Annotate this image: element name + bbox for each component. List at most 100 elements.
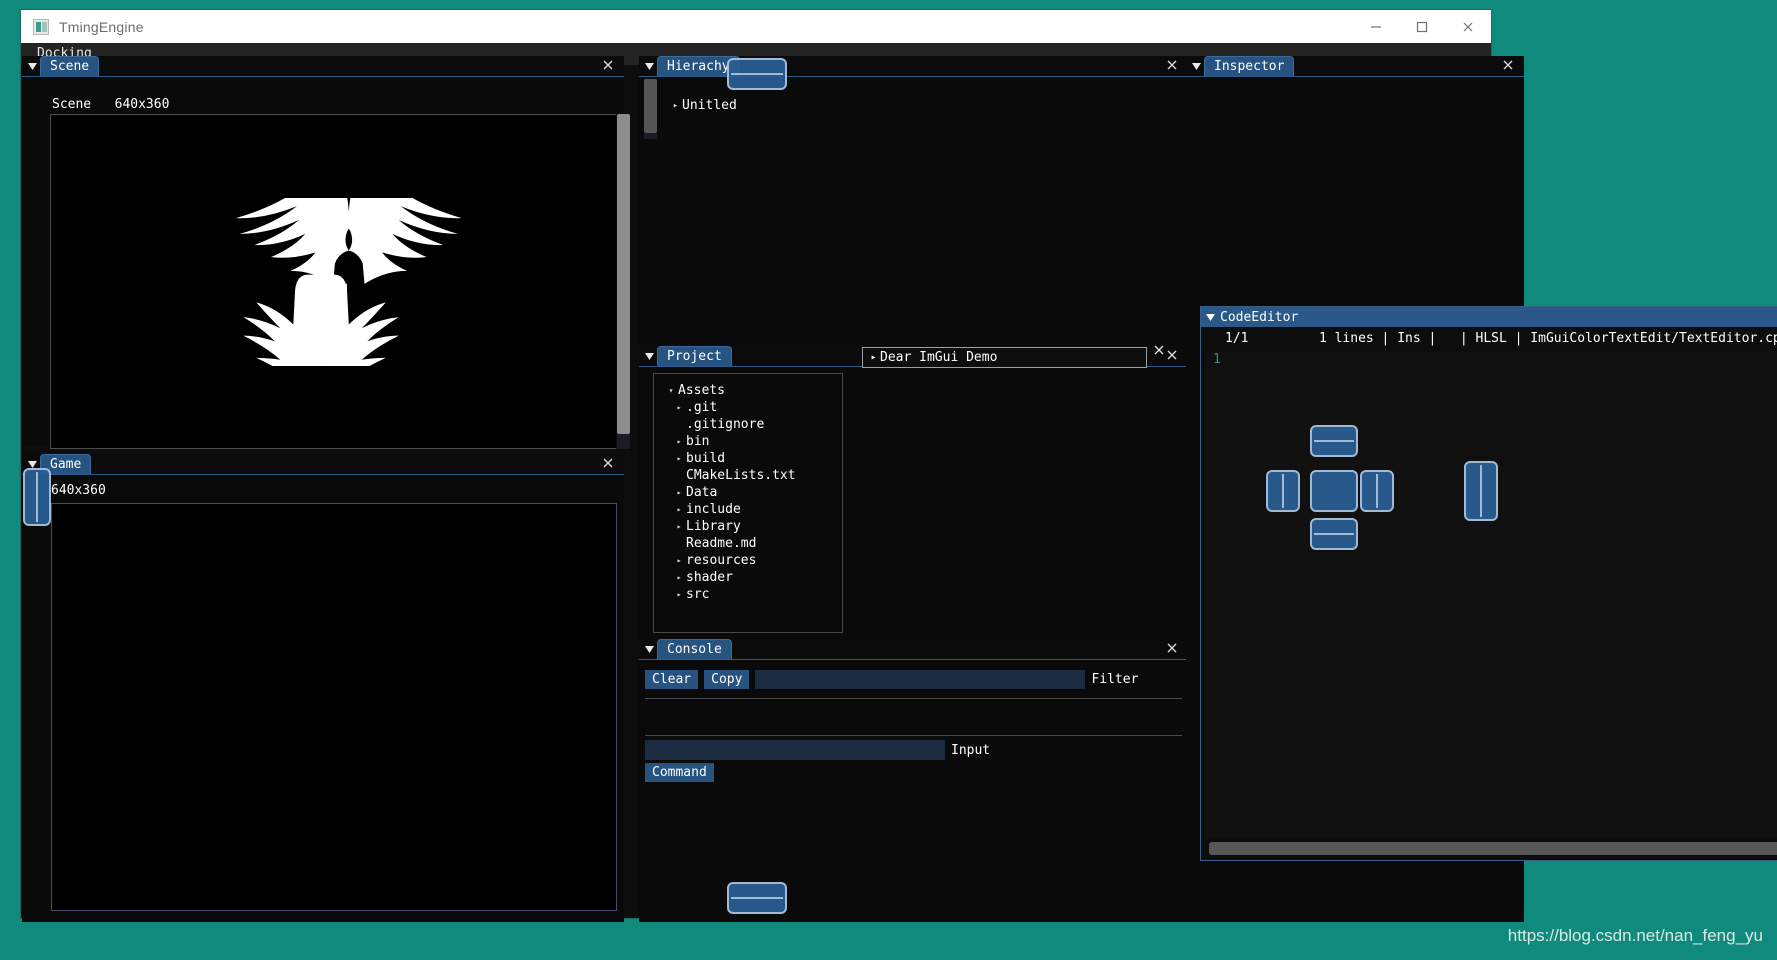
minimize-icon[interactable] <box>1353 10 1399 43</box>
command-button[interactable]: Command <box>645 763 714 782</box>
chevron-right-icon[interactable]: ▸ <box>672 522 686 531</box>
project-item-label: bin <box>686 434 710 449</box>
project-item-label: Assets <box>678 383 725 398</box>
console-toolbar: Clear Copy Filter <box>645 668 1182 690</box>
project-folder-row[interactable]: ▸ Library <box>664 518 842 535</box>
dock-preview-hierarchy-top[interactable] <box>727 58 787 90</box>
dock-compass-right[interactable] <box>1360 470 1394 512</box>
dock-preview-console-bottom[interactable] <box>727 882 787 914</box>
project-file-row[interactable]: CMakeLists.txt <box>664 467 842 484</box>
tab-console[interactable]: Console <box>657 639 732 659</box>
project-item-label: Readme.md <box>686 536 757 551</box>
chevron-right-icon[interactable]: ▸ <box>669 101 682 111</box>
scene-scrollbar-thumb[interactable] <box>617 114 630 434</box>
chevron-down-icon[interactable]: ▾ <box>664 386 678 395</box>
scene-header-text: Scene 640x360 <box>52 97 170 112</box>
dock-compass-left[interactable] <box>1266 470 1300 512</box>
project-item-label: build <box>686 451 726 466</box>
project-folder-row[interactable]: ▸ shader <box>664 569 842 586</box>
project-body: ▾ Assets ▸ .git .gitignore ▸ bin ▸ build CMakeL… <box>639 367 1188 642</box>
command-input[interactable] <box>645 740 945 760</box>
chevron-right-icon[interactable]: ▸ <box>672 437 686 446</box>
chevron-right-icon[interactable]: ▸ <box>672 505 686 514</box>
chevron-down-icon[interactable] <box>1189 56 1204 77</box>
chevron-right-icon[interactable]: ▸ <box>672 573 686 582</box>
game-titlebar[interactable]: Game <box>22 454 624 475</box>
code-editor-hscrollbar-thumb[interactable] <box>1209 842 1777 855</box>
hierarchy-item-label: Unitled <box>682 98 737 113</box>
dock-split-line-horizontal <box>1314 533 1354 535</box>
project-item-label: shader <box>686 570 733 585</box>
clear-button[interactable]: Clear <box>645 669 699 689</box>
maximize-icon[interactable] <box>1399 10 1445 43</box>
filter-input[interactable] <box>755 669 1086 689</box>
close-icon[interactable] <box>1445 10 1491 43</box>
input-label: Input <box>951 742 991 758</box>
code-editor-text-area[interactable]: 1 <box>1206 352 1777 838</box>
project-file-row[interactable]: .gitignore <box>664 416 842 433</box>
project-folder-row[interactable]: ▸ .git <box>664 399 842 416</box>
project-folder-row[interactable]: ▸ bin <box>664 433 842 450</box>
language-mode: HLSL <box>1475 330 1507 346</box>
project-folder-row[interactable]: ▸ Data <box>664 484 842 501</box>
scene-viewport[interactable] <box>50 114 616 449</box>
cursor-position: 1/1 <box>1225 330 1249 346</box>
code-editor-hscrollbar-track[interactable] <box>1209 842 1777 855</box>
dock-compass-top[interactable] <box>1310 425 1358 457</box>
inspector-titlebar[interactable]: Inspector <box>1186 56 1524 77</box>
project-folder-row[interactable]: ▸ src <box>664 586 842 603</box>
project-folder-row[interactable]: ▸ resources <box>664 552 842 569</box>
copy-button[interactable]: Copy <box>704 669 750 689</box>
chevron-right-icon[interactable]: ▸ <box>672 454 686 463</box>
chevron-right-icon[interactable]: ▸ <box>672 403 686 412</box>
project-item-label: include <box>686 502 741 517</box>
scene-close-icon[interactable] <box>601 58 617 74</box>
hierarchy-scrollbar-track[interactable] <box>644 79 657 139</box>
inspector-close-icon[interactable] <box>1501 58 1517 74</box>
game-close-icon[interactable] <box>601 456 617 472</box>
hierarchy-body: ▸ Unitled <box>639 77 1188 346</box>
dock-preview-outer-right[interactable] <box>1464 461 1498 521</box>
chevron-right-icon[interactable]: ▸ <box>672 556 686 565</box>
project-close-icon[interactable] <box>1165 348 1181 364</box>
console-titlebar[interactable]: Console <box>639 639 1188 660</box>
desktop-background: TmingEngine Docking Scene Scene 640x360 … <box>0 0 1777 960</box>
hierarchy-titlebar[interactable]: Hierachy <box>639 56 1188 77</box>
chevron-down-icon[interactable] <box>642 56 657 77</box>
window-titlebar[interactable]: TmingEngine <box>21 10 1491 43</box>
console-close-icon[interactable] <box>1165 641 1181 657</box>
imgui-demo-close-icon[interactable] <box>1152 342 1166 361</box>
status-gap-1 <box>1248 331 1318 346</box>
tab-inspector[interactable]: Inspector <box>1204 56 1295 76</box>
chevron-down-icon[interactable] <box>25 56 40 77</box>
project-folder-row[interactable]: ▾ Assets <box>664 382 842 399</box>
tab-project[interactable]: Project <box>657 346 732 366</box>
chevron-down-icon[interactable] <box>1206 313 1215 322</box>
scene-scrollbar-track[interactable] <box>617 114 630 449</box>
chevron-right-icon[interactable]: ▸ <box>867 352 880 363</box>
chevron-right-icon[interactable]: ▸ <box>672 488 686 497</box>
dock-compass-bottom[interactable] <box>1310 518 1358 550</box>
hierarchy-scrollbar-thumb[interactable] <box>644 79 657 133</box>
dock-preview-game-left[interactable] <box>23 468 51 526</box>
code-editor-titlebar[interactable]: CodeEditor <box>1201 307 1777 327</box>
file-path: ImGuiColorTextEdit/TextEditor.cpp <box>1530 330 1777 346</box>
console-input-row: Input <box>645 740 1182 760</box>
scene-titlebar[interactable]: Scene <box>22 56 624 77</box>
list-item[interactable]: ▸ Unitled <box>669 96 1188 115</box>
game-viewport[interactable] <box>51 503 617 911</box>
tab-scene[interactable]: Scene <box>40 56 100 76</box>
project-folder-row[interactable]: ▸ build <box>664 450 842 467</box>
dock-compass-center[interactable] <box>1310 470 1358 512</box>
hierarchy-close-icon[interactable] <box>1165 58 1181 74</box>
status-sep-2: | | <box>1420 330 1476 346</box>
chevron-right-icon[interactable]: ▸ <box>672 590 686 599</box>
chevron-down-icon[interactable] <box>642 346 657 367</box>
project-file-row[interactable]: Readme.md <box>664 535 842 552</box>
project-folder-row[interactable]: ▸ include <box>664 501 842 518</box>
project-tree: ▾ Assets ▸ .git .gitignore ▸ bin ▸ build CMakeL… <box>653 373 843 633</box>
window-imgui-demo[interactable]: ▸ Dear ImGui Demo <box>862 345 1164 368</box>
chevron-down-icon[interactable] <box>642 639 657 660</box>
